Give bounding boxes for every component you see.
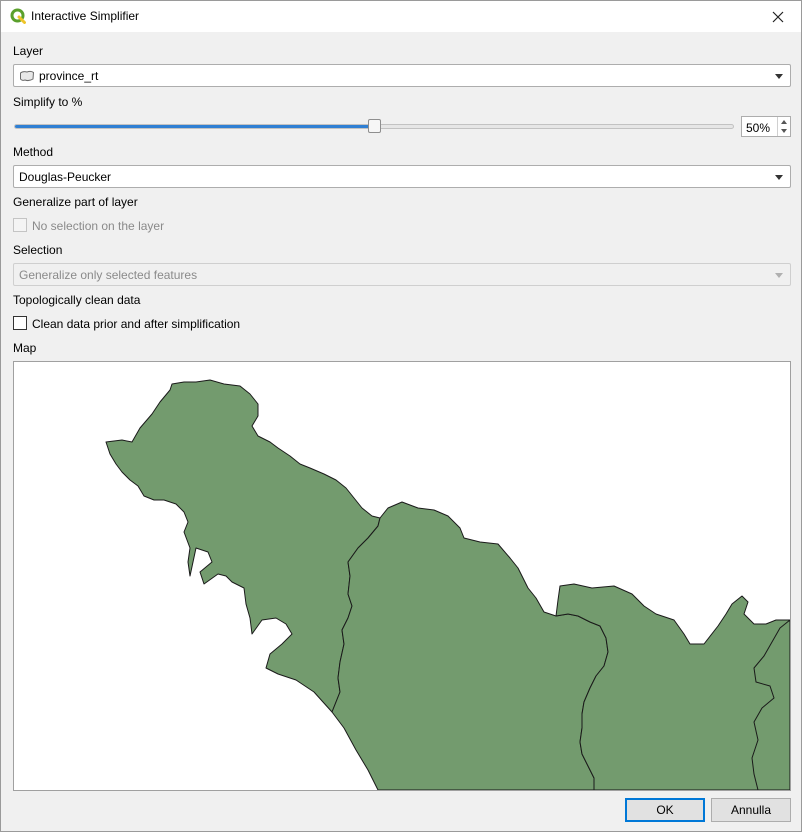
topology-label: Topologically clean data [13,293,141,307]
simplify-label: Simplify to % [13,95,83,109]
cancel-button[interactable]: Annulla [711,798,791,822]
layer-value: province_rt [39,69,99,83]
simplify-slider-fill [15,125,374,128]
selection-combobox[interactable]: Generalize only selected features [13,263,791,286]
polygon-layer-icon [20,70,35,82]
map-svg [105,379,790,790]
simplify-slider-handle[interactable] [367,119,381,133]
ok-button[interactable]: OK [625,798,705,822]
chevron-down-icon [775,273,783,278]
clean-data-checkbox-label: Clean data prior and after simplificatio… [32,317,241,331]
spin-up-icon[interactable] [781,120,787,124]
clean-data-checkbox[interactable] [13,316,27,330]
qgis-icon [10,8,26,24]
chevron-down-icon [775,175,783,180]
title-bar: Interactive Simplifier [1,1,801,32]
method-label: Method [13,145,54,159]
simplify-percent-spinbox[interactable]: 50% [741,116,791,137]
interactive-simplifier-dialog: Interactive Simplifier Layer province_rt… [0,0,802,832]
layer-combobox[interactable]: province_rt [13,64,791,87]
selection-label: Selection [13,243,63,257]
layer-label: Layer [13,44,44,58]
province-polygon-north [105,379,381,713]
method-combobox[interactable]: Douglas-Peucker [13,165,791,188]
no-selection-checkbox-label: No selection on the layer [32,219,165,233]
province-polygon-central [331,501,609,790]
spin-down-icon[interactable] [781,129,787,133]
close-button[interactable] [755,1,801,32]
close-icon [772,11,784,22]
spin-buttons [777,117,790,136]
selection-value: Generalize only selected features [19,268,198,282]
map-canvas[interactable] [13,361,791,791]
window-title: Interactive Simplifier [31,9,140,23]
generalize-label: Generalize part of layer [13,195,138,209]
map-label: Map [13,341,37,355]
no-selection-checkbox[interactable] [13,218,27,232]
method-value: Douglas-Peucker [19,170,112,184]
simplify-percent-value: 50% [746,121,771,135]
chevron-down-icon [775,74,783,79]
